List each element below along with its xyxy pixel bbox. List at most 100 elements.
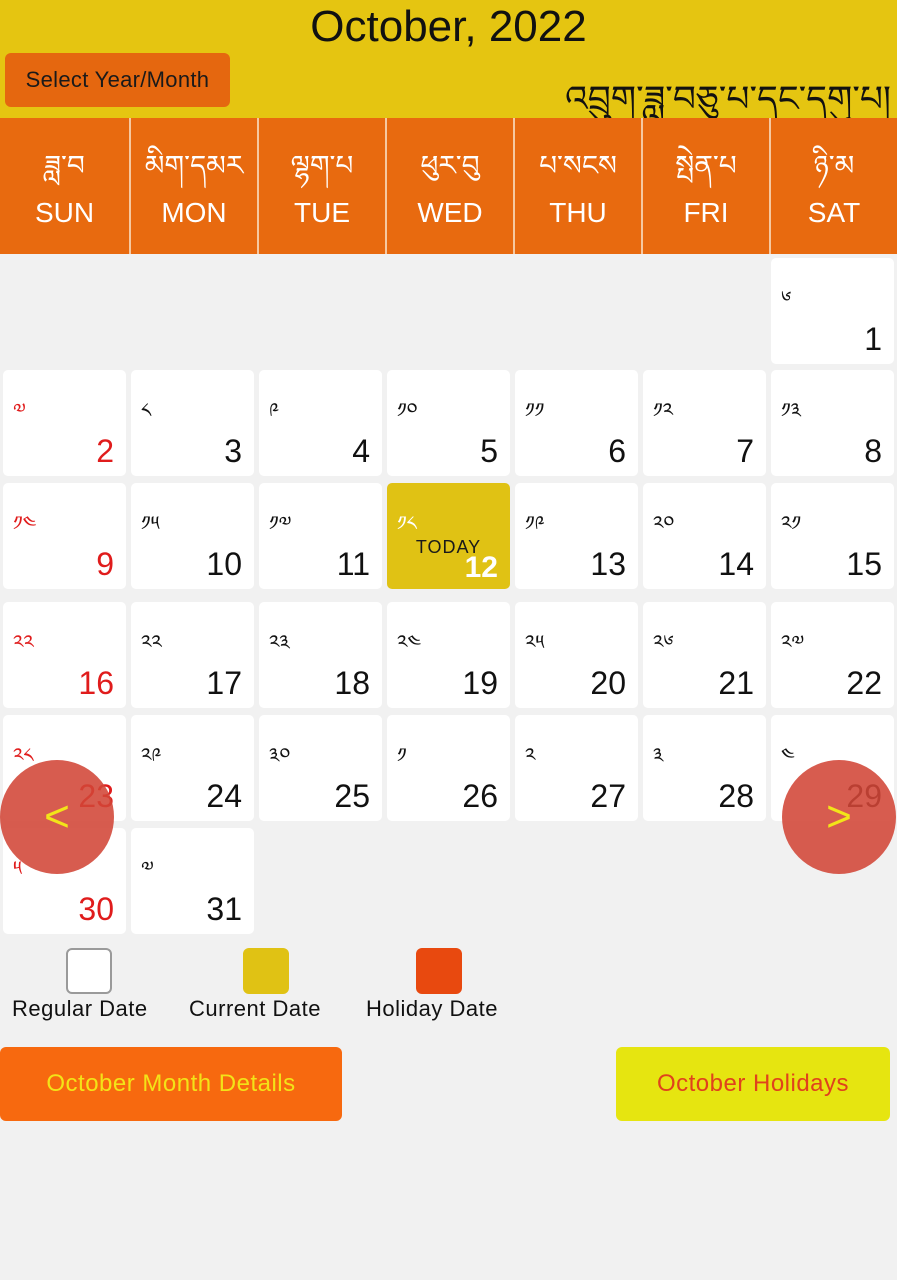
day-cell[interactable]: ༢༩ 24 [131, 715, 254, 821]
day-cell[interactable]: ༢༧ 22 [771, 602, 894, 708]
day-cell[interactable]: ༢༤ 19 [387, 602, 510, 708]
tibetan-date: ༢༧ [781, 630, 805, 654]
day-cell-holiday[interactable]: ༡༤ 9 [3, 483, 126, 589]
day-number: 7 [736, 433, 754, 469]
day-number: 11 [336, 546, 370, 582]
weekday-english: THU [549, 197, 607, 228]
day-number: 21 [718, 665, 754, 701]
weekday-fri: སྤེན་པ FRI [641, 118, 769, 254]
tibetan-date: ༢༢ [13, 630, 34, 654]
day-cell[interactable]: ༢༡ 15 [771, 483, 894, 589]
day-cell-holiday[interactable]: ༢༢ 16 [3, 602, 126, 708]
tibetan-date: ༩ [269, 398, 280, 422]
weekday-tibetan: ཟླ་བ [44, 149, 85, 182]
day-cell[interactable]: ༣༠ 25 [259, 715, 382, 821]
day-cell[interactable]: ༡ 26 [387, 715, 510, 821]
tibetan-date: ༤ [781, 743, 795, 767]
weekday-english: TUE [294, 197, 350, 228]
day-cell[interactable]: ༢ 27 [515, 715, 638, 821]
day-number: 13 [590, 546, 626, 582]
weekday-sun: ཟླ་བ SUN [0, 118, 129, 254]
tibetan-date: ༧ [13, 398, 26, 422]
tibetan-date: ༡༥ [141, 511, 160, 535]
day-cell[interactable]: ༩ 4 [259, 370, 382, 476]
day-cell[interactable]: ༡༢ 7 [643, 370, 766, 476]
tibetan-date: ༢༦ [653, 630, 674, 654]
previous-month-button[interactable]: < [0, 760, 114, 874]
weekday-tibetan: ཕུར་བུ [420, 149, 480, 182]
day-cell[interactable]: ༢༢ 17 [131, 602, 254, 708]
tibetan-date: ༡༤ [13, 511, 37, 535]
day-number: 17 [206, 665, 242, 701]
weekday-header: ཟླ་བ SUN མིག་དམར MON ལྷག་པ TUE ཕུར་བུ WE… [0, 118, 897, 254]
day-cell[interactable]: ༡༩ 13 [515, 483, 638, 589]
day-number: 15 [846, 546, 882, 582]
day-number: 18 [334, 665, 370, 701]
day-cell-today[interactable]: ༡༨ TODAY 12 [387, 483, 510, 589]
day-cell[interactable]: ༢༣ 18 [259, 602, 382, 708]
day-cell[interactable]: ༡༠ 5 [387, 370, 510, 476]
day-number: 9 [96, 546, 114, 582]
day-number: 22 [846, 665, 882, 701]
day-number: 27 [590, 778, 626, 814]
weekday-tibetan: ལྷག་པ [290, 149, 354, 182]
day-number: 19 [462, 665, 498, 701]
day-number: 20 [590, 665, 626, 701]
next-month-button[interactable]: > [782, 760, 896, 874]
day-cell[interactable]: ༣ 28 [643, 715, 766, 821]
day-cell[interactable]: ༢༦ 21 [643, 602, 766, 708]
day-number: 24 [206, 778, 242, 814]
legend-current-swatch [243, 948, 289, 994]
day-cell[interactable]: ༡༡ 6 [515, 370, 638, 476]
tibetan-date: ༢༠ [653, 511, 675, 535]
month-details-button[interactable]: October Month Details [0, 1047, 342, 1121]
weekday-tibetan: པ་སངས [539, 149, 617, 182]
tibetan-date: ༨ [141, 398, 152, 422]
tibetan-date: ༡༠ [397, 398, 418, 422]
legend-regular-swatch [66, 948, 112, 994]
weekday-sat: ཉི་མ SAT [769, 118, 897, 254]
day-cell[interactable]: ༡༥ 10 [131, 483, 254, 589]
weekday-english: MON [161, 197, 227, 228]
day-number: 30 [78, 891, 114, 927]
holidays-button[interactable]: October Holidays [616, 1047, 890, 1121]
day-number: 14 [718, 546, 754, 582]
day-number: 25 [334, 778, 370, 814]
day-cell[interactable]: ༢༠ 14 [643, 483, 766, 589]
day-number: 28 [718, 778, 754, 814]
header-bar: October, 2022 Select Year/Month འབྲུག་ཟླ… [0, 0, 897, 120]
tibetan-date: ༢༣ [269, 630, 290, 654]
day-cell[interactable]: ༢༥ 20 [515, 602, 638, 708]
tibetan-date: ༢༩ [141, 743, 162, 767]
legend-regular-label: Regular Date [12, 996, 148, 1021]
tibetan-date: ༡༢ [653, 398, 674, 422]
tibetan-date: ༡༣ [781, 398, 801, 422]
day-cell[interactable]: ༡༣ 8 [771, 370, 894, 476]
tibetan-date: ༢༥ [525, 630, 545, 654]
tibetan-date: ༣ [653, 743, 664, 767]
day-cell[interactable]: ༧ 31 [131, 828, 254, 934]
weekday-mon: མིག་དམར MON [129, 118, 257, 254]
weekday-english: SAT [807, 197, 861, 228]
day-cell-holiday[interactable]: ༧ 2 [3, 370, 126, 476]
tibetan-date: ༡༡ [525, 398, 545, 422]
day-cell[interactable]: ༦ 1 [771, 258, 894, 364]
day-number: 12 [464, 551, 498, 584]
day-number: 8 [864, 433, 882, 469]
tibetan-date: ༢༤ [397, 630, 422, 654]
weekday-english: SUN [34, 197, 95, 228]
tibetan-date: ༣༠ [269, 743, 291, 767]
tibetan-date: ༦ [781, 286, 792, 310]
weekday-tue: ལྷག་པ TUE [257, 118, 385, 254]
month-title: October, 2022 [310, 2, 587, 51]
weekday-english: WED [417, 197, 483, 228]
day-number: 31 [206, 891, 242, 927]
day-cell[interactable]: ༨ 3 [131, 370, 254, 476]
legend-holiday-swatch [416, 948, 462, 994]
day-number: 1 [864, 321, 882, 357]
tibetan-date: ༡༧ [269, 511, 292, 535]
select-year-month-button[interactable]: Select Year/Month [5, 53, 230, 107]
day-cell[interactable]: ༡༧ 11 [259, 483, 382, 589]
weekday-thu: པ་སངས THU [513, 118, 641, 254]
day-number: 10 [206, 546, 242, 582]
